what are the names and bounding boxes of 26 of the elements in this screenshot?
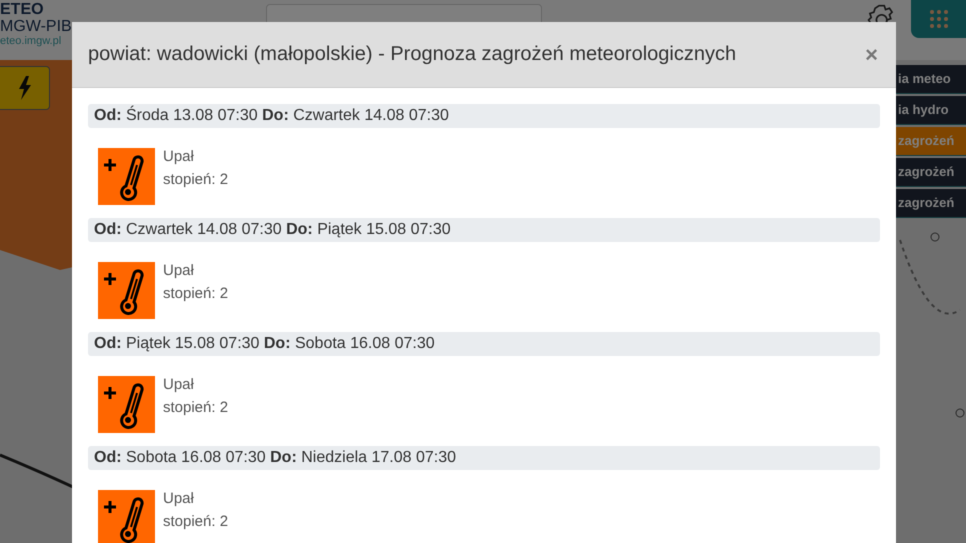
menu-item[interactable]: ia hydro xyxy=(896,96,966,125)
logo-title: ETEO xyxy=(0,2,44,19)
warning-level: stopień: 2 xyxy=(163,171,228,188)
warning-name: Upał xyxy=(163,148,195,165)
warning-level: stopień: 2 xyxy=(163,513,228,530)
thermometer-icon xyxy=(98,148,155,205)
thermometer-icon xyxy=(98,490,155,543)
warning-name: Upał xyxy=(163,262,195,279)
warning-name: Upał xyxy=(163,490,195,507)
warning-level: stopień: 2 xyxy=(163,285,228,302)
dialog-title: powiat: wadowicki (małopolskie) - Prognoza zagrożeń meteorologicznych xyxy=(88,43,736,66)
warning-name: Upał xyxy=(163,376,195,393)
period-header: Od: Środa 13.08 07:30 Do: Czwartek 14.08 07:30 xyxy=(88,104,880,128)
close-button[interactable]: × xyxy=(863,42,880,68)
thermometer-icon xyxy=(98,262,155,319)
period-header: Od: Czwartek 14.08 07:30 Do: Piątek 15.08 07:30 xyxy=(88,218,880,242)
period-header: Od: Piątek 15.08 07:30 Do: Sobota 16.08 07:30 xyxy=(88,332,880,356)
warning-level: stopień: 2 xyxy=(163,399,228,416)
menu-item[interactable]: zagrożeń xyxy=(896,158,966,187)
menu-item[interactable]: ia meteo xyxy=(896,65,966,94)
period-header: Od: Sobota 16.08 07:30 Do: Niedziela 17.08 07:30 xyxy=(88,446,880,470)
lightning-button[interactable] xyxy=(0,66,50,110)
thermometer-icon xyxy=(98,376,155,433)
grid-icon xyxy=(928,9,949,29)
menu-item[interactable]: zagrożeń xyxy=(896,189,966,218)
logo-subtitle: MGW-PIB xyxy=(0,18,72,36)
